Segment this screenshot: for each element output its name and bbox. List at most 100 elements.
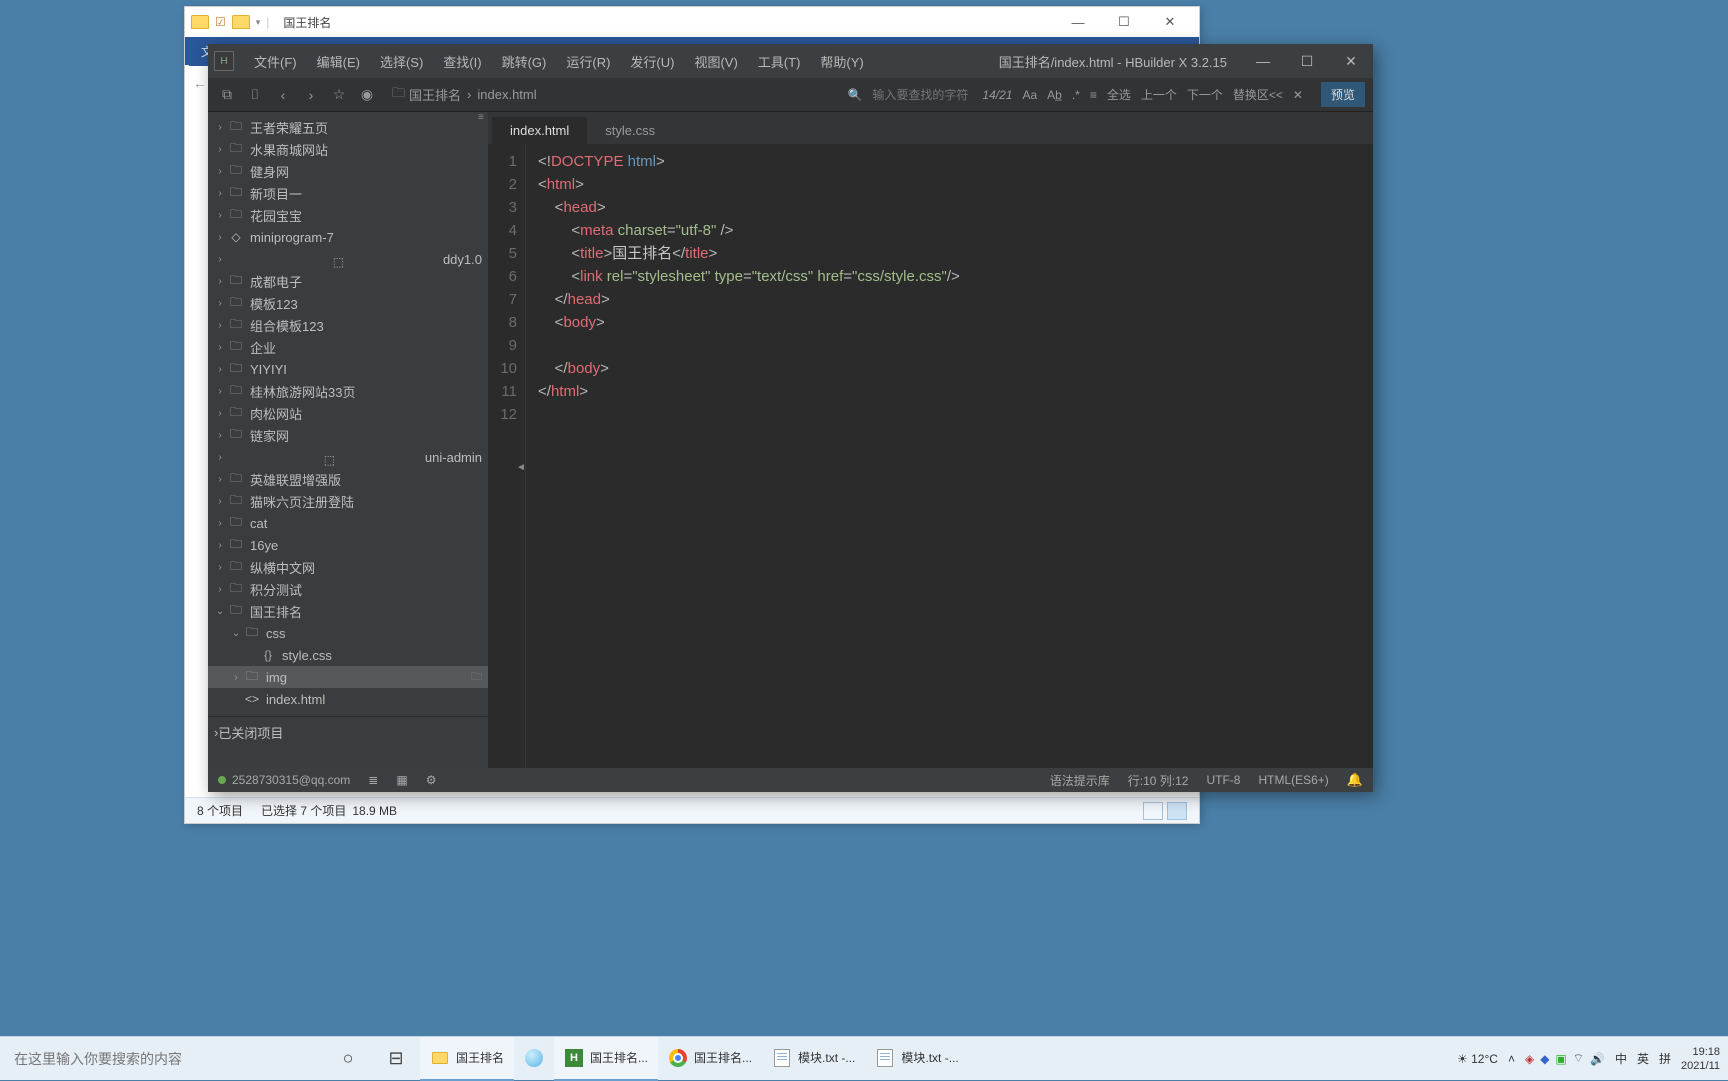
tree-item[interactable]: ›🗀桂林旅游网站33页 bbox=[208, 380, 488, 402]
menu-file[interactable]: 文件(F) bbox=[244, 52, 307, 71]
tool-icon[interactable]: ⧉ bbox=[216, 86, 238, 103]
tree-item[interactable]: ›🗀王者荣耀五页 bbox=[208, 116, 488, 138]
tree-item[interactable]: ›🗀企业 bbox=[208, 336, 488, 358]
tree-item[interactable]: ›🗀模板123 bbox=[208, 292, 488, 314]
back-button[interactable]: ← bbox=[193, 75, 207, 91]
tray-chevron-icon[interactable]: ˄ bbox=[1508, 1052, 1515, 1066]
tree-item[interactable]: ›🗀YIYIYI bbox=[208, 358, 488, 380]
status-icon[interactable]: ⚙ bbox=[426, 773, 437, 787]
explorer-titlebar[interactable]: ☑ ▾ | 国王排名 — ☐ ✕ bbox=[185, 7, 1199, 37]
menu-help[interactable]: 帮助(Y) bbox=[810, 52, 873, 71]
replace-toggle[interactable]: 替换区<< bbox=[1233, 86, 1283, 103]
menu-tools[interactable]: 工具(T) bbox=[748, 52, 811, 71]
search-icon[interactable]: 🔍 bbox=[847, 88, 862, 102]
preview-button[interactable]: 预览 bbox=[1321, 82, 1365, 107]
taskbar-app[interactable]: 模块.txt -... bbox=[762, 1037, 865, 1081]
tree-item[interactable]: ›🗀肉松网站 bbox=[208, 402, 488, 424]
search-input[interactable] bbox=[872, 88, 972, 102]
taskbar-app[interactable] bbox=[514, 1037, 554, 1081]
status-icon[interactable]: ▦ bbox=[396, 773, 407, 787]
tree-item[interactable]: ›🗀纵横中文网 bbox=[208, 556, 488, 578]
taskbar-app[interactable]: 模块.txt -... bbox=[865, 1037, 968, 1081]
tray-icon[interactable]: ◈ bbox=[1525, 1052, 1534, 1066]
syntax-hint-button[interactable]: 语法提示库 bbox=[1050, 772, 1110, 789]
hbuilder-titlebar[interactable]: H 文件(F) 编辑(E) 选择(S) 查找(I) 跳转(G) 运行(R) 发行… bbox=[208, 44, 1373, 78]
menu-run[interactable]: 运行(R) bbox=[556, 52, 620, 71]
next-btn[interactable]: 下一个 bbox=[1187, 86, 1223, 103]
taskbar-clock[interactable]: 19:18 2021/11 bbox=[1681, 1045, 1720, 1073]
taskbar-app[interactable]: H国王排名... bbox=[554, 1037, 658, 1081]
ime-indicator[interactable]: 中 bbox=[1615, 1050, 1627, 1067]
tree-item[interactable]: ›⬚ddy1.0 bbox=[208, 248, 488, 270]
tree-item[interactable]: ›🗀积分测试 bbox=[208, 578, 488, 600]
tree-item[interactable]: ›🗀新项目一 bbox=[208, 182, 488, 204]
menu-goto[interactable]: 跳转(G) bbox=[492, 52, 557, 71]
encoding[interactable]: UTF-8 bbox=[1206, 773, 1240, 787]
menu-find[interactable]: 查找(I) bbox=[433, 52, 491, 71]
wifi-icon[interactable]: ⌔ bbox=[1573, 1051, 1584, 1066]
back-icon[interactable]: ‹ bbox=[272, 87, 294, 103]
tree-item[interactable]: ›◇miniprogram-7 bbox=[208, 226, 488, 248]
prev-btn[interactable]: 上一个 bbox=[1141, 86, 1177, 103]
tray-icon[interactable]: ◆ bbox=[1540, 1052, 1549, 1066]
taskbar-search[interactable]: 在这里输入你要搜索的内容 bbox=[0, 1037, 318, 1081]
language-mode[interactable]: HTML(ES6+) bbox=[1258, 773, 1328, 787]
tree-item[interactable]: ›🗀成都电子 bbox=[208, 270, 488, 292]
tree-item[interactable]: ›🗀链家网 bbox=[208, 424, 488, 446]
taskbar-app[interactable]: 国王排名 bbox=[420, 1037, 514, 1081]
fold-handle-icon[interactable]: ◄ bbox=[516, 456, 526, 479]
tree-item[interactable]: ›🗀16ye bbox=[208, 534, 488, 556]
tree-item[interactable]: ›🗀健身网 bbox=[208, 160, 488, 182]
menu-select[interactable]: 选择(S) bbox=[370, 52, 433, 71]
menu-publish[interactable]: 发行(U) bbox=[620, 52, 684, 71]
tree-item[interactable]: ›🗀水果商城网站 bbox=[208, 138, 488, 160]
list-toggle[interactable]: ≡ bbox=[1090, 88, 1097, 102]
tree-item[interactable]: ›🗀花园宝宝 bbox=[208, 204, 488, 226]
regex-toggle[interactable]: .* bbox=[1072, 88, 1080, 102]
timeline-button[interactable]: ⊟ bbox=[372, 1037, 420, 1081]
tree-item[interactable]: ›🗀cat bbox=[208, 512, 488, 534]
play-icon[interactable]: ◉ bbox=[356, 86, 378, 103]
volume-icon[interactable]: 🔊 bbox=[1590, 1052, 1605, 1066]
maximize-button[interactable]: ☐ bbox=[1285, 44, 1329, 78]
tree-item[interactable]: ›⬚uni-admin bbox=[208, 446, 488, 468]
word-toggle[interactable]: Ab̲ bbox=[1047, 88, 1062, 102]
case-toggle[interactable]: Aa bbox=[1022, 88, 1037, 102]
close-button[interactable]: ✕ bbox=[1329, 44, 1373, 78]
minimize-button[interactable]: — bbox=[1241, 44, 1285, 78]
project-sidebar[interactable]: ≡ ›🗀王者荣耀五页›🗀水果商城网站›🗀健身网›🗀新项目一›🗀花园宝宝›◇min… bbox=[208, 112, 488, 768]
view-list-button[interactable] bbox=[1143, 802, 1163, 820]
crumb-root[interactable]: 国王排名 bbox=[409, 85, 461, 104]
user-badge[interactable]: 2528730315@qq.com bbox=[218, 773, 350, 787]
tree-item[interactable]: ›🗀猫咪六页注册登陆 bbox=[208, 490, 488, 512]
close-search-btn[interactable]: ✕ bbox=[1293, 88, 1303, 102]
maximize-button[interactable]: ☐ bbox=[1101, 7, 1147, 37]
code-editor[interactable]: 123 456 789 101112 <!DOCTYPE html> <html… bbox=[488, 144, 1373, 768]
taskbar-app[interactable]: 国王排名... bbox=[658, 1037, 762, 1081]
closed-projects-section[interactable]: › 已关闭项目 bbox=[208, 716, 488, 748]
star-icon[interactable]: ☆ bbox=[328, 86, 350, 103]
forward-icon[interactable]: › bbox=[300, 87, 322, 103]
tool-icon[interactable]: ⌷ bbox=[244, 86, 266, 103]
taskview-button[interactable]: ○ bbox=[324, 1037, 372, 1081]
tab-index-html[interactable]: index.html bbox=[492, 117, 587, 144]
tree-item[interactable]: ⌄🗀css bbox=[208, 622, 488, 644]
crumb-file[interactable]: index.html bbox=[477, 87, 536, 102]
weather-widget[interactable]: ☀ 12°C bbox=[1457, 1052, 1498, 1066]
tray-icon[interactable]: ▣ bbox=[1555, 1052, 1566, 1066]
tree-item[interactable]: ›🗀img🗀 bbox=[208, 666, 488, 688]
tree-item[interactable]: ⌄🗀国王排名 bbox=[208, 600, 488, 622]
tree-item[interactable]: ›🗀组合模板123 bbox=[208, 314, 488, 336]
tree-item[interactable]: {}style.css bbox=[208, 644, 488, 666]
tree-item[interactable]: ›🗀英雄联盟增强版 bbox=[208, 468, 488, 490]
system-tray[interactable]: ◈ ◆ ▣ ⌔ 🔊 bbox=[1525, 1051, 1605, 1066]
tree-item[interactable]: <>index.html bbox=[208, 688, 488, 710]
view-icons-button[interactable] bbox=[1167, 802, 1187, 820]
dropdown-icon[interactable]: ▾ bbox=[256, 17, 261, 28]
select-all-btn[interactable]: 全选 bbox=[1107, 86, 1131, 103]
ime-indicator[interactable]: 拼 bbox=[1659, 1050, 1671, 1067]
tab-style-css[interactable]: style.css bbox=[587, 117, 673, 144]
menu-edit[interactable]: 编辑(E) bbox=[307, 52, 370, 71]
status-icon[interactable]: ≣ bbox=[368, 773, 378, 787]
minimize-button[interactable]: — bbox=[1055, 7, 1101, 37]
